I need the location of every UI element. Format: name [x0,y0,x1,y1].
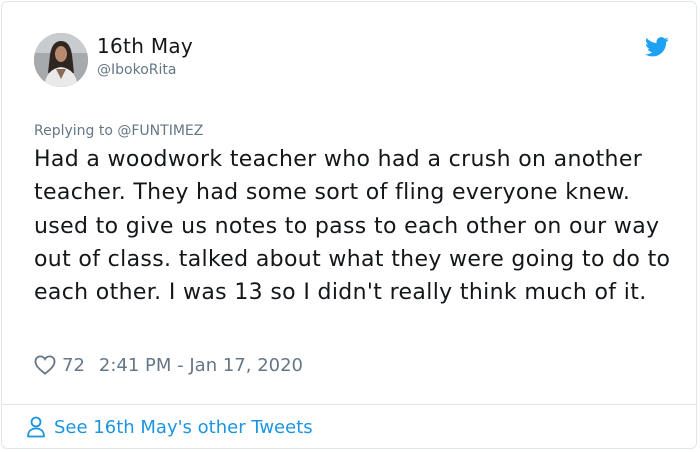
divider [2,404,696,405]
see-other-tweets-link[interactable]: See 16th May's other Tweets [26,416,313,438]
tweet-timestamp[interactable]: 2:41 PM - Jan 17, 2020 [99,355,303,376]
tweet-text: Had a woodwork teacher who had a crush o… [34,147,671,306]
tweet-card: 16th May @IbokoRita Replying to @FUNTIME… [1,1,697,449]
person-icon [27,416,45,438]
author-handle[interactable]: @IbokoRita [97,61,176,79]
avatar-photo [34,33,88,87]
twitter-bird-icon[interactable] [645,37,669,57]
author-display-name[interactable]: 16th May [97,34,193,58]
author-avatar[interactable] [34,33,88,87]
see-other-tweets-label: See 16th May's other Tweets [54,416,313,438]
tweet-meta: 72 2:41 PM - Jan 17, 2020 [34,353,303,377]
replying-to-label[interactable]: Replying to @FUNTIMEZ [34,122,203,140]
heart-icon[interactable] [34,355,56,375]
like-count[interactable]: 72 [62,355,85,376]
